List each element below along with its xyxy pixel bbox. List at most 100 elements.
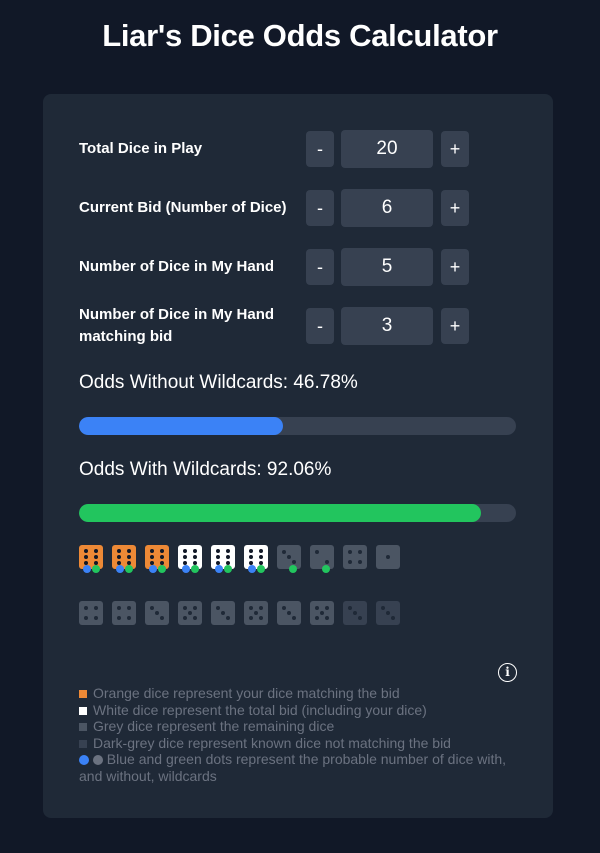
die-pip (386, 611, 390, 615)
die-pip (216, 549, 220, 553)
die-pip (358, 616, 362, 620)
die-pip (249, 616, 253, 620)
grey-die (244, 601, 268, 625)
grey-die (178, 601, 202, 625)
die-pip (358, 550, 362, 554)
legend-item-white: White dice represent the total bid (incl… (79, 702, 519, 719)
my-matching-dice-decrement-button[interactable]: - (306, 308, 334, 344)
my-dice-increment-button[interactable]: + (441, 249, 469, 285)
odds-without-wildcards-label: Odds Without Wildcards: 46.78% (79, 372, 358, 393)
die-pip (94, 606, 98, 610)
my-matching-dice-label: Number of Dice in My Hand matching bid (79, 306, 275, 345)
legend-dots-text: Blue and green dots represent the probab… (79, 751, 507, 784)
die-pip (193, 549, 197, 553)
odds-without-wildcards-bar (79, 417, 516, 435)
die-pip (292, 560, 296, 564)
die-pip (325, 616, 329, 620)
die-pip (325, 606, 329, 610)
die-pip (216, 555, 220, 559)
darkgrey-die (376, 601, 400, 625)
die-pip (84, 555, 88, 559)
die-pip (160, 549, 164, 553)
die-pip (117, 555, 121, 559)
blue-probability-dot (248, 565, 256, 573)
die-pip (226, 616, 230, 620)
odds-without-wildcards-fill (79, 417, 284, 435)
legend-item-grey: Grey dice represent the remaining dice (79, 718, 519, 735)
legend-item-orange: Orange dice represent your dice matching… (79, 685, 519, 702)
die-pip (348, 550, 352, 554)
orange-die (145, 545, 169, 569)
my-dice-row: Number of Dice in My Hand - 5 + (79, 248, 479, 286)
die-pip (221, 611, 225, 615)
total-dice-input[interactable]: 20 (341, 130, 433, 168)
darkgrey-swatch-icon (79, 739, 87, 748)
my-dice-input[interactable]: 5 (341, 248, 433, 286)
die-pip (84, 549, 88, 553)
legend-grey-text: Grey dice represent the remaining dice (93, 718, 335, 734)
blue-probability-dot (215, 565, 223, 573)
die-pip (287, 611, 291, 615)
blue-dot-icon (79, 755, 89, 765)
green-probability-dot (224, 565, 232, 573)
die-pip (391, 616, 395, 620)
current-bid-increment-button[interactable]: + (441, 190, 469, 226)
die-pip (183, 555, 187, 559)
die-pip (150, 555, 154, 559)
die-pip (315, 550, 319, 554)
my-matching-dice-input[interactable]: 3 (341, 307, 433, 345)
info-icon[interactable]: i (498, 663, 517, 682)
die-pip (127, 606, 131, 610)
die-pip (216, 606, 220, 610)
white-die (178, 545, 202, 569)
total-dice-decrement-button[interactable]: - (306, 131, 334, 167)
current-bid-decrement-button[interactable]: - (306, 190, 334, 226)
green-probability-dot (191, 565, 199, 573)
blue-probability-dot (149, 565, 157, 573)
page-title: Liar's Dice Odds Calculator (102, 18, 498, 53)
die-pip (183, 606, 187, 610)
grey-swatch-icon (79, 723, 87, 731)
die-pip (287, 555, 291, 559)
die-pip (348, 560, 352, 564)
green-probability-dot (322, 565, 330, 573)
die-pip (259, 616, 263, 620)
green-probability-dot (92, 565, 100, 573)
grey-dot-icon (92, 755, 103, 765)
grey-die (343, 545, 367, 569)
die-pip (94, 616, 98, 620)
die-pip (117, 606, 121, 610)
my-dice-decrement-button[interactable]: - (306, 249, 334, 285)
die-pip (282, 550, 286, 554)
grey-die (112, 601, 136, 625)
die-pip (117, 616, 121, 620)
die-pip (315, 616, 319, 620)
green-probability-dot (158, 565, 166, 573)
my-matching-dice-increment-button[interactable]: + (441, 308, 469, 344)
die-pip (249, 555, 253, 559)
total-dice-label: Total Dice in Play (79, 140, 203, 157)
die-pip (259, 606, 263, 610)
die-pip (183, 616, 187, 620)
die-pip (155, 611, 159, 615)
die-pip (84, 616, 88, 620)
calculator-card: Total Dice in Play - 20 + Current Bid (N… (43, 94, 553, 818)
grey-die (145, 601, 169, 625)
die-pip (193, 555, 197, 559)
current-bid-input[interactable]: 6 (341, 189, 433, 227)
white-die (244, 545, 268, 569)
grey-die (376, 545, 400, 569)
green-probability-dot (289, 565, 297, 573)
total-dice-increment-button[interactable]: + (441, 131, 469, 167)
die-pip (249, 606, 253, 610)
blue-probability-dot (182, 565, 190, 573)
blue-probability-dot (83, 565, 91, 573)
white-swatch-icon (79, 706, 87, 715)
orange-die (79, 545, 103, 569)
odds-with-wildcards-fill (79, 504, 482, 522)
blue-probability-dot (116, 565, 124, 573)
die-pip (249, 549, 253, 553)
legend-white-text: White dice represent the total bid (incl… (93, 701, 427, 718)
die-pip (94, 555, 98, 559)
legend: Orange dice represent your dice matching… (79, 685, 519, 784)
